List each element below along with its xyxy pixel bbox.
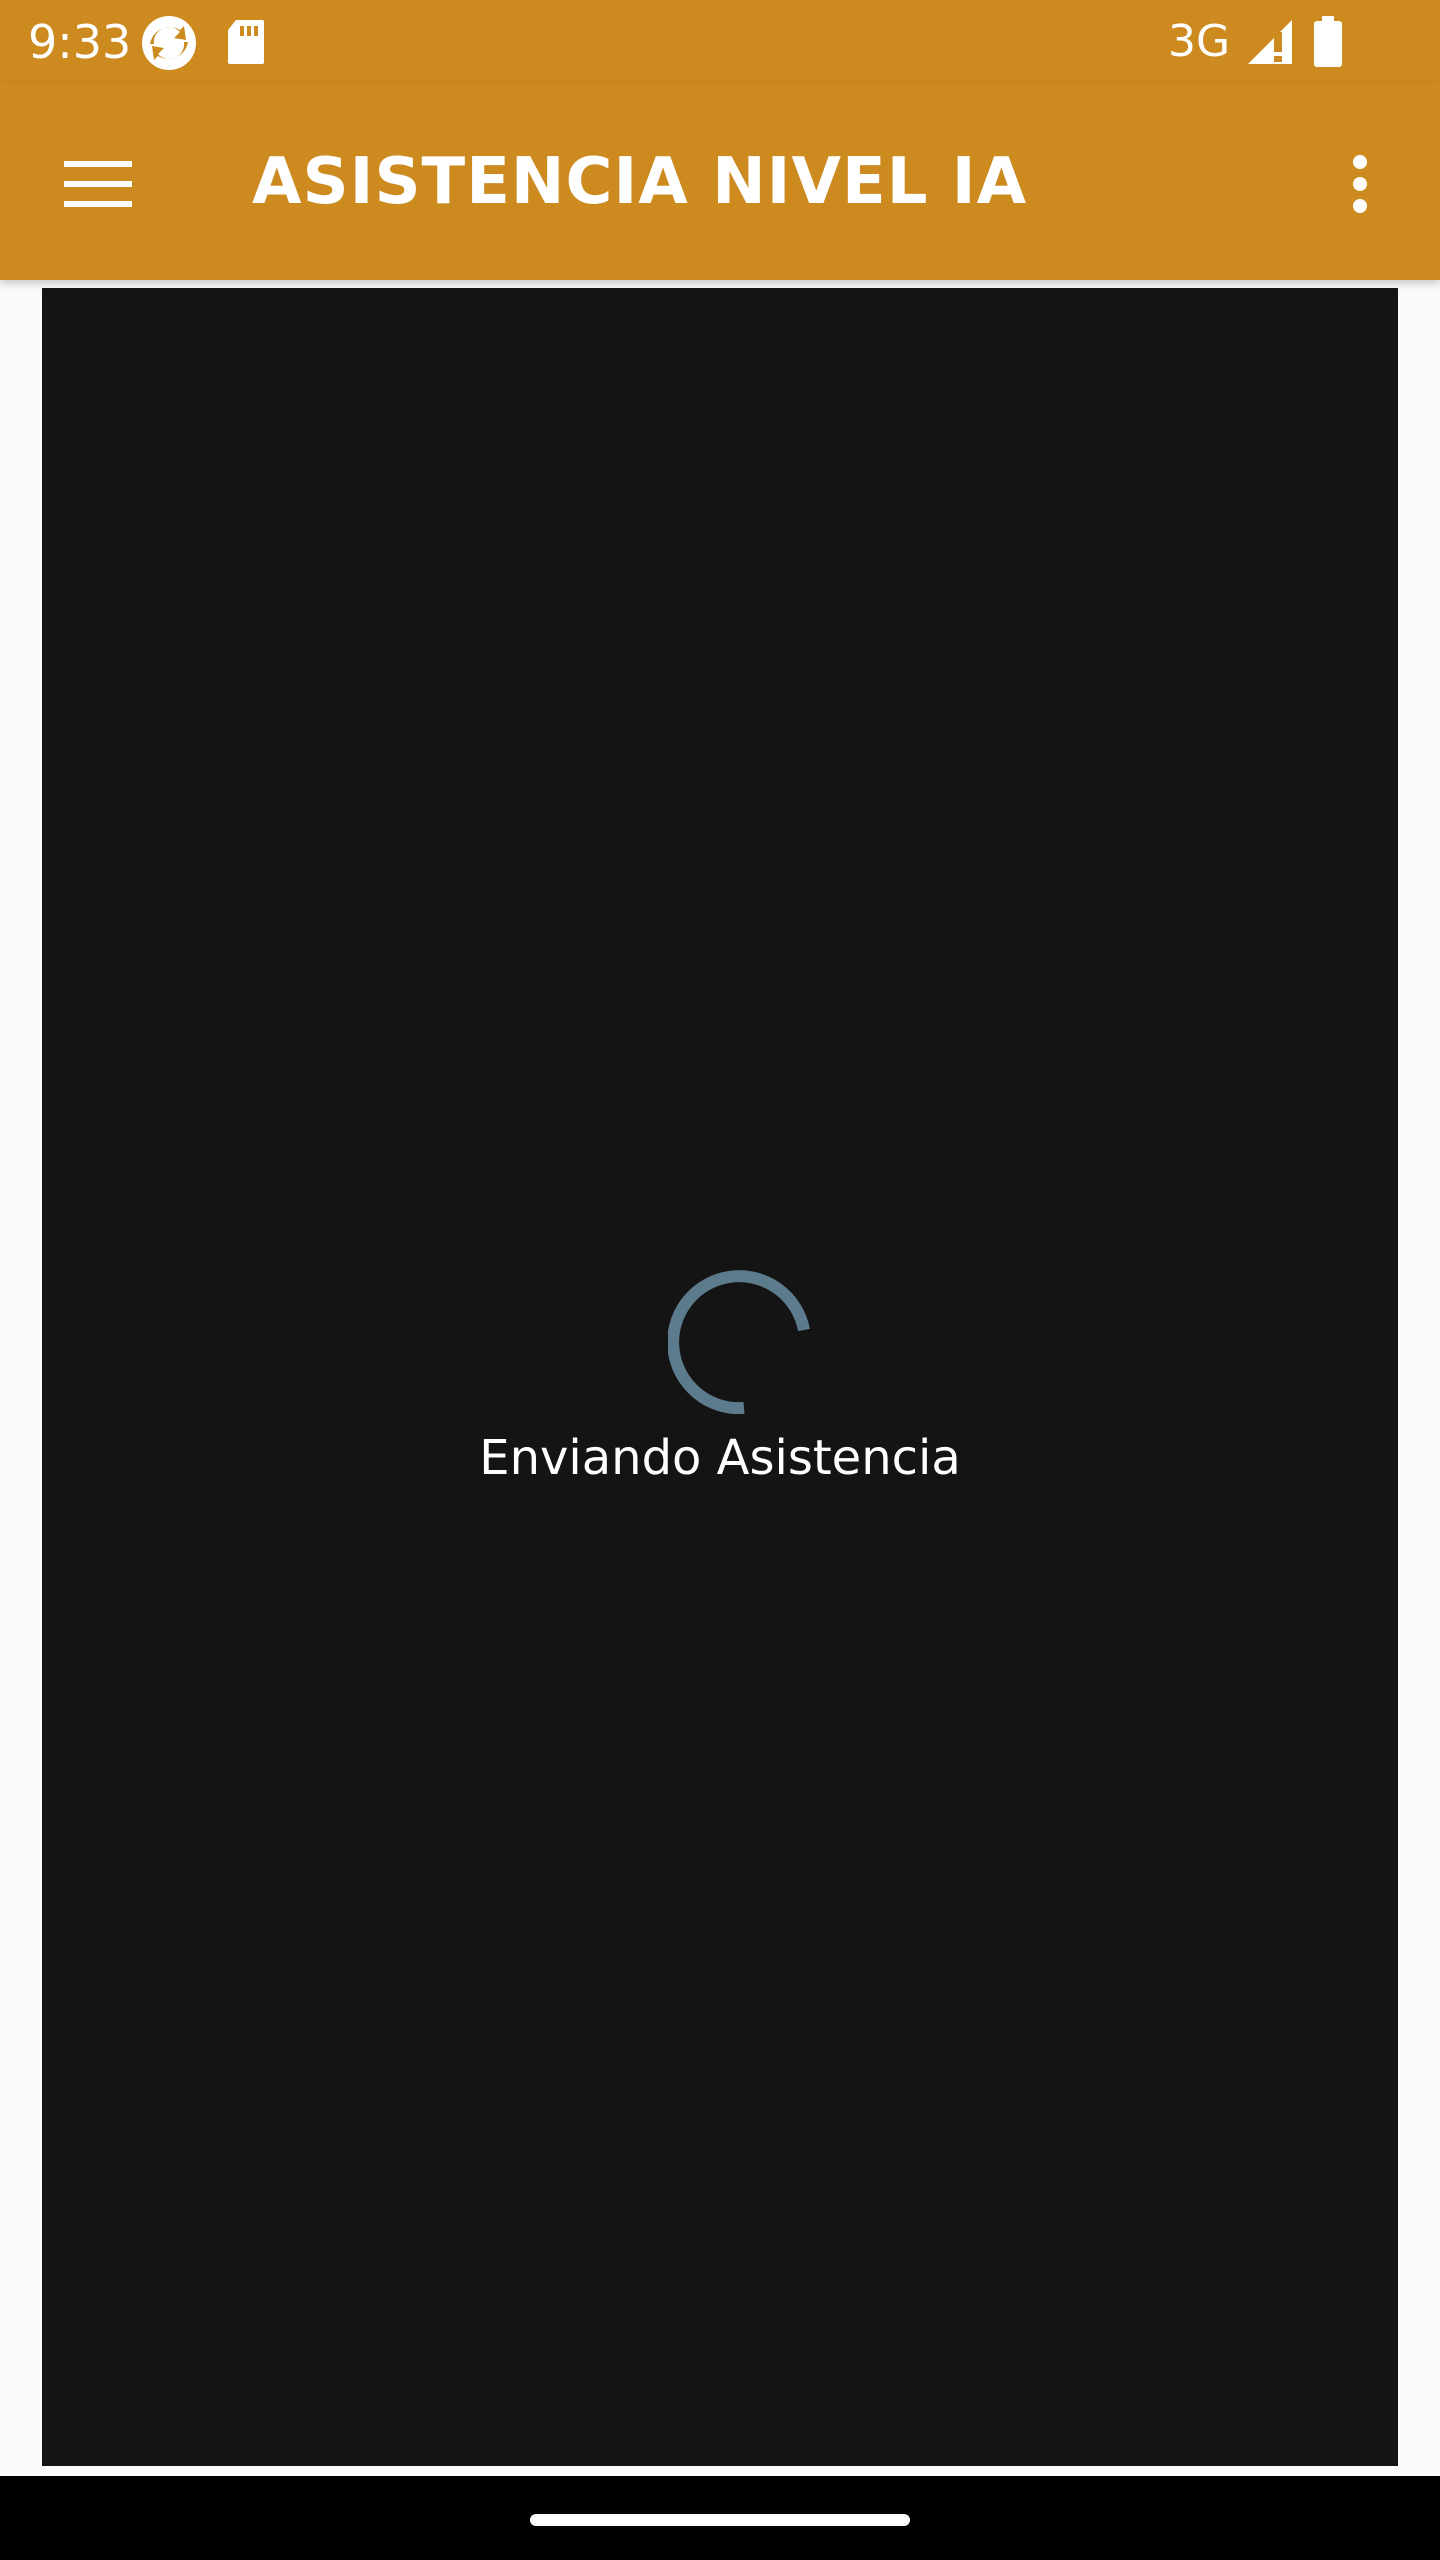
loading-spinner-icon (667, 1270, 812, 1415)
hamburger-menu-button[interactable] (44, 138, 152, 234)
sync-app-icon (140, 14, 198, 77)
sd-card-icon (226, 18, 266, 71)
more-vert-icon (1350, 154, 1370, 219)
content-panel: Enviando Asistencia (42, 288, 1398, 2466)
network-type: 3G (1168, 16, 1231, 67)
status-bar: 9:33 3G (0, 0, 1440, 84)
page-title: ASISTENCIA NIVEL IA (252, 145, 1028, 219)
home-gesture-handle[interactable] (530, 2514, 910, 2526)
loading-message: Enviando Asistencia (479, 1430, 961, 1486)
app-bar: ASISTENCIA NIVEL IA (0, 84, 1440, 280)
battery-icon (1312, 16, 1344, 73)
status-time: 9:33 (28, 15, 132, 69)
hamburger-menu-icon (64, 159, 132, 214)
navigation-bar (0, 2476, 1440, 2560)
overflow-menu-button[interactable] (1312, 138, 1408, 234)
signal-icon (1244, 16, 1296, 73)
